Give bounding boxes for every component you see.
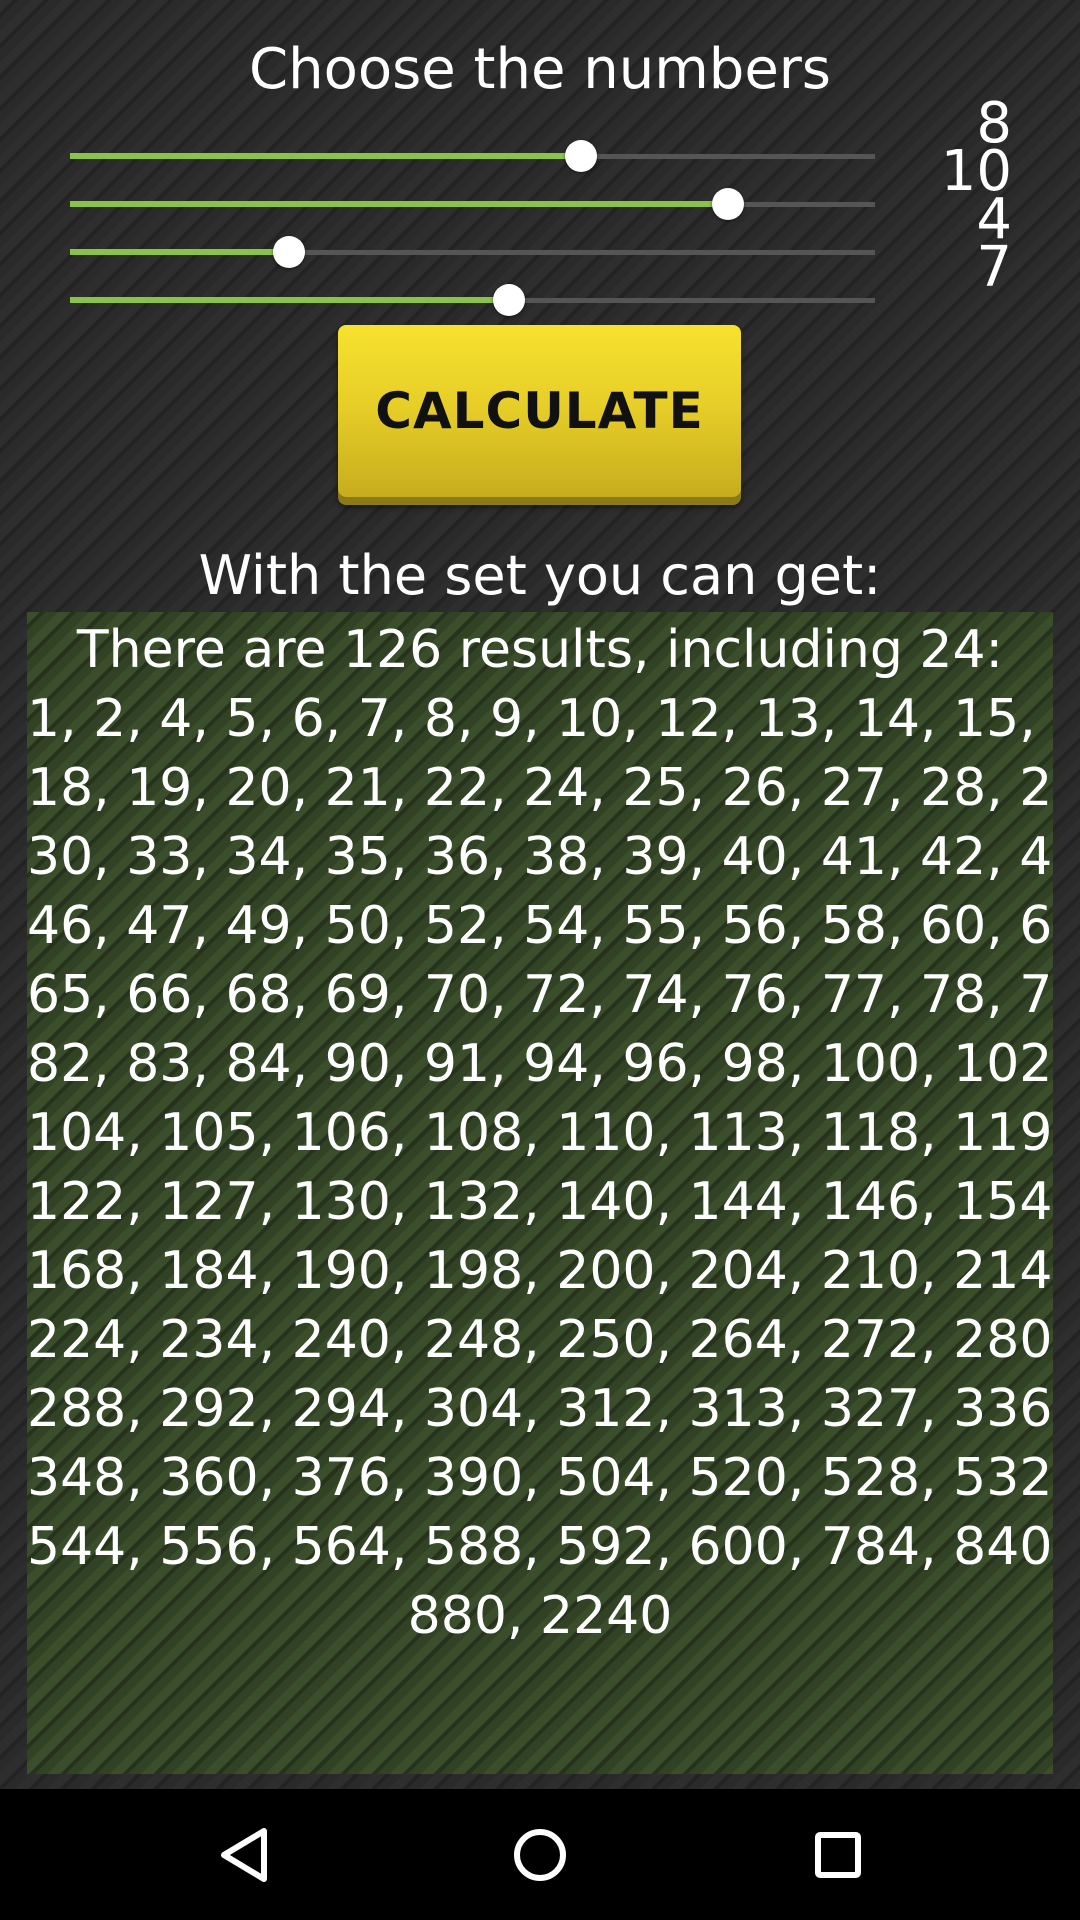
slider-thumb[interactable] (272, 236, 305, 268)
results-panel: There are 126 results, including 24: 1, … (27, 612, 1053, 1774)
slider-track-fill (70, 201, 728, 207)
results-summary: There are 126 results, including 24: (76, 620, 1004, 680)
results-line: 224, 234, 240, 248, 250, 264, 272, 280, (27, 1310, 1053, 1370)
number-slider-4[interactable] (70, 280, 875, 320)
slider-thumb[interactable] (711, 188, 744, 220)
number-slider-1[interactable] (70, 136, 875, 176)
results-line: 46, 47, 49, 50, 52, 54, 55, 56, 58, 60, … (27, 896, 1053, 956)
slider-thumb[interactable] (492, 284, 525, 316)
slider-thumb[interactable] (565, 140, 598, 172)
slider-value-4: 7 (976, 235, 1012, 300)
calculate-button[interactable]: CALCULATE (338, 325, 741, 497)
results-line: 168, 184, 190, 198, 200, 204, 210, 214, (27, 1241, 1053, 1301)
results-line: 18, 19, 20, 21, 22, 24, 25, 26, 27, 28, … (27, 758, 1053, 818)
slider-track-fill (70, 249, 289, 255)
back-icon[interactable] (206, 1817, 282, 1893)
app-screen: Choose the numbers 8 10 4 7 CALCULATE Wi… (0, 0, 1080, 1789)
page-title: Choose the numbers (249, 37, 831, 102)
recents-icon[interactable] (800, 1817, 876, 1893)
number-slider-2[interactable] (70, 184, 875, 224)
slider-track-fill (70, 297, 509, 303)
results-line: 122, 127, 130, 132, 140, 144, 146, 154, (27, 1172, 1053, 1232)
slider-track-fill (70, 153, 582, 159)
results-line: 30, 33, 34, 35, 36, 38, 39, 40, 41, 42, … (27, 827, 1053, 887)
results-line: 65, 66, 68, 69, 70, 72, 74, 76, 77, 78, … (27, 965, 1053, 1025)
results-line: 544, 556, 564, 588, 592, 600, 784, 840, (27, 1517, 1053, 1577)
slider-values: 8 10 4 7 (852, 96, 1012, 300)
home-icon[interactable] (502, 1817, 578, 1893)
results-line: 880, 2240 (407, 1586, 673, 1646)
results-line: 82, 83, 84, 90, 91, 94, 96, 98, 100, 102… (27, 1034, 1053, 1094)
results-line: 288, 292, 294, 304, 312, 313, 327, 336, (27, 1379, 1053, 1439)
results-line: 1, 2, 4, 5, 6, 7, 8, 9, 10, 12, 13, 14, … (27, 689, 1053, 749)
results-heading: With the set you can get: (198, 544, 882, 607)
number-slider-3[interactable] (70, 232, 875, 272)
results-line: 348, 360, 376, 390, 504, 520, 528, 532, (27, 1448, 1053, 1508)
results-line: 104, 105, 106, 108, 110, 113, 118, 119, (27, 1103, 1053, 1163)
system-navigation-bar (0, 1789, 1080, 1920)
